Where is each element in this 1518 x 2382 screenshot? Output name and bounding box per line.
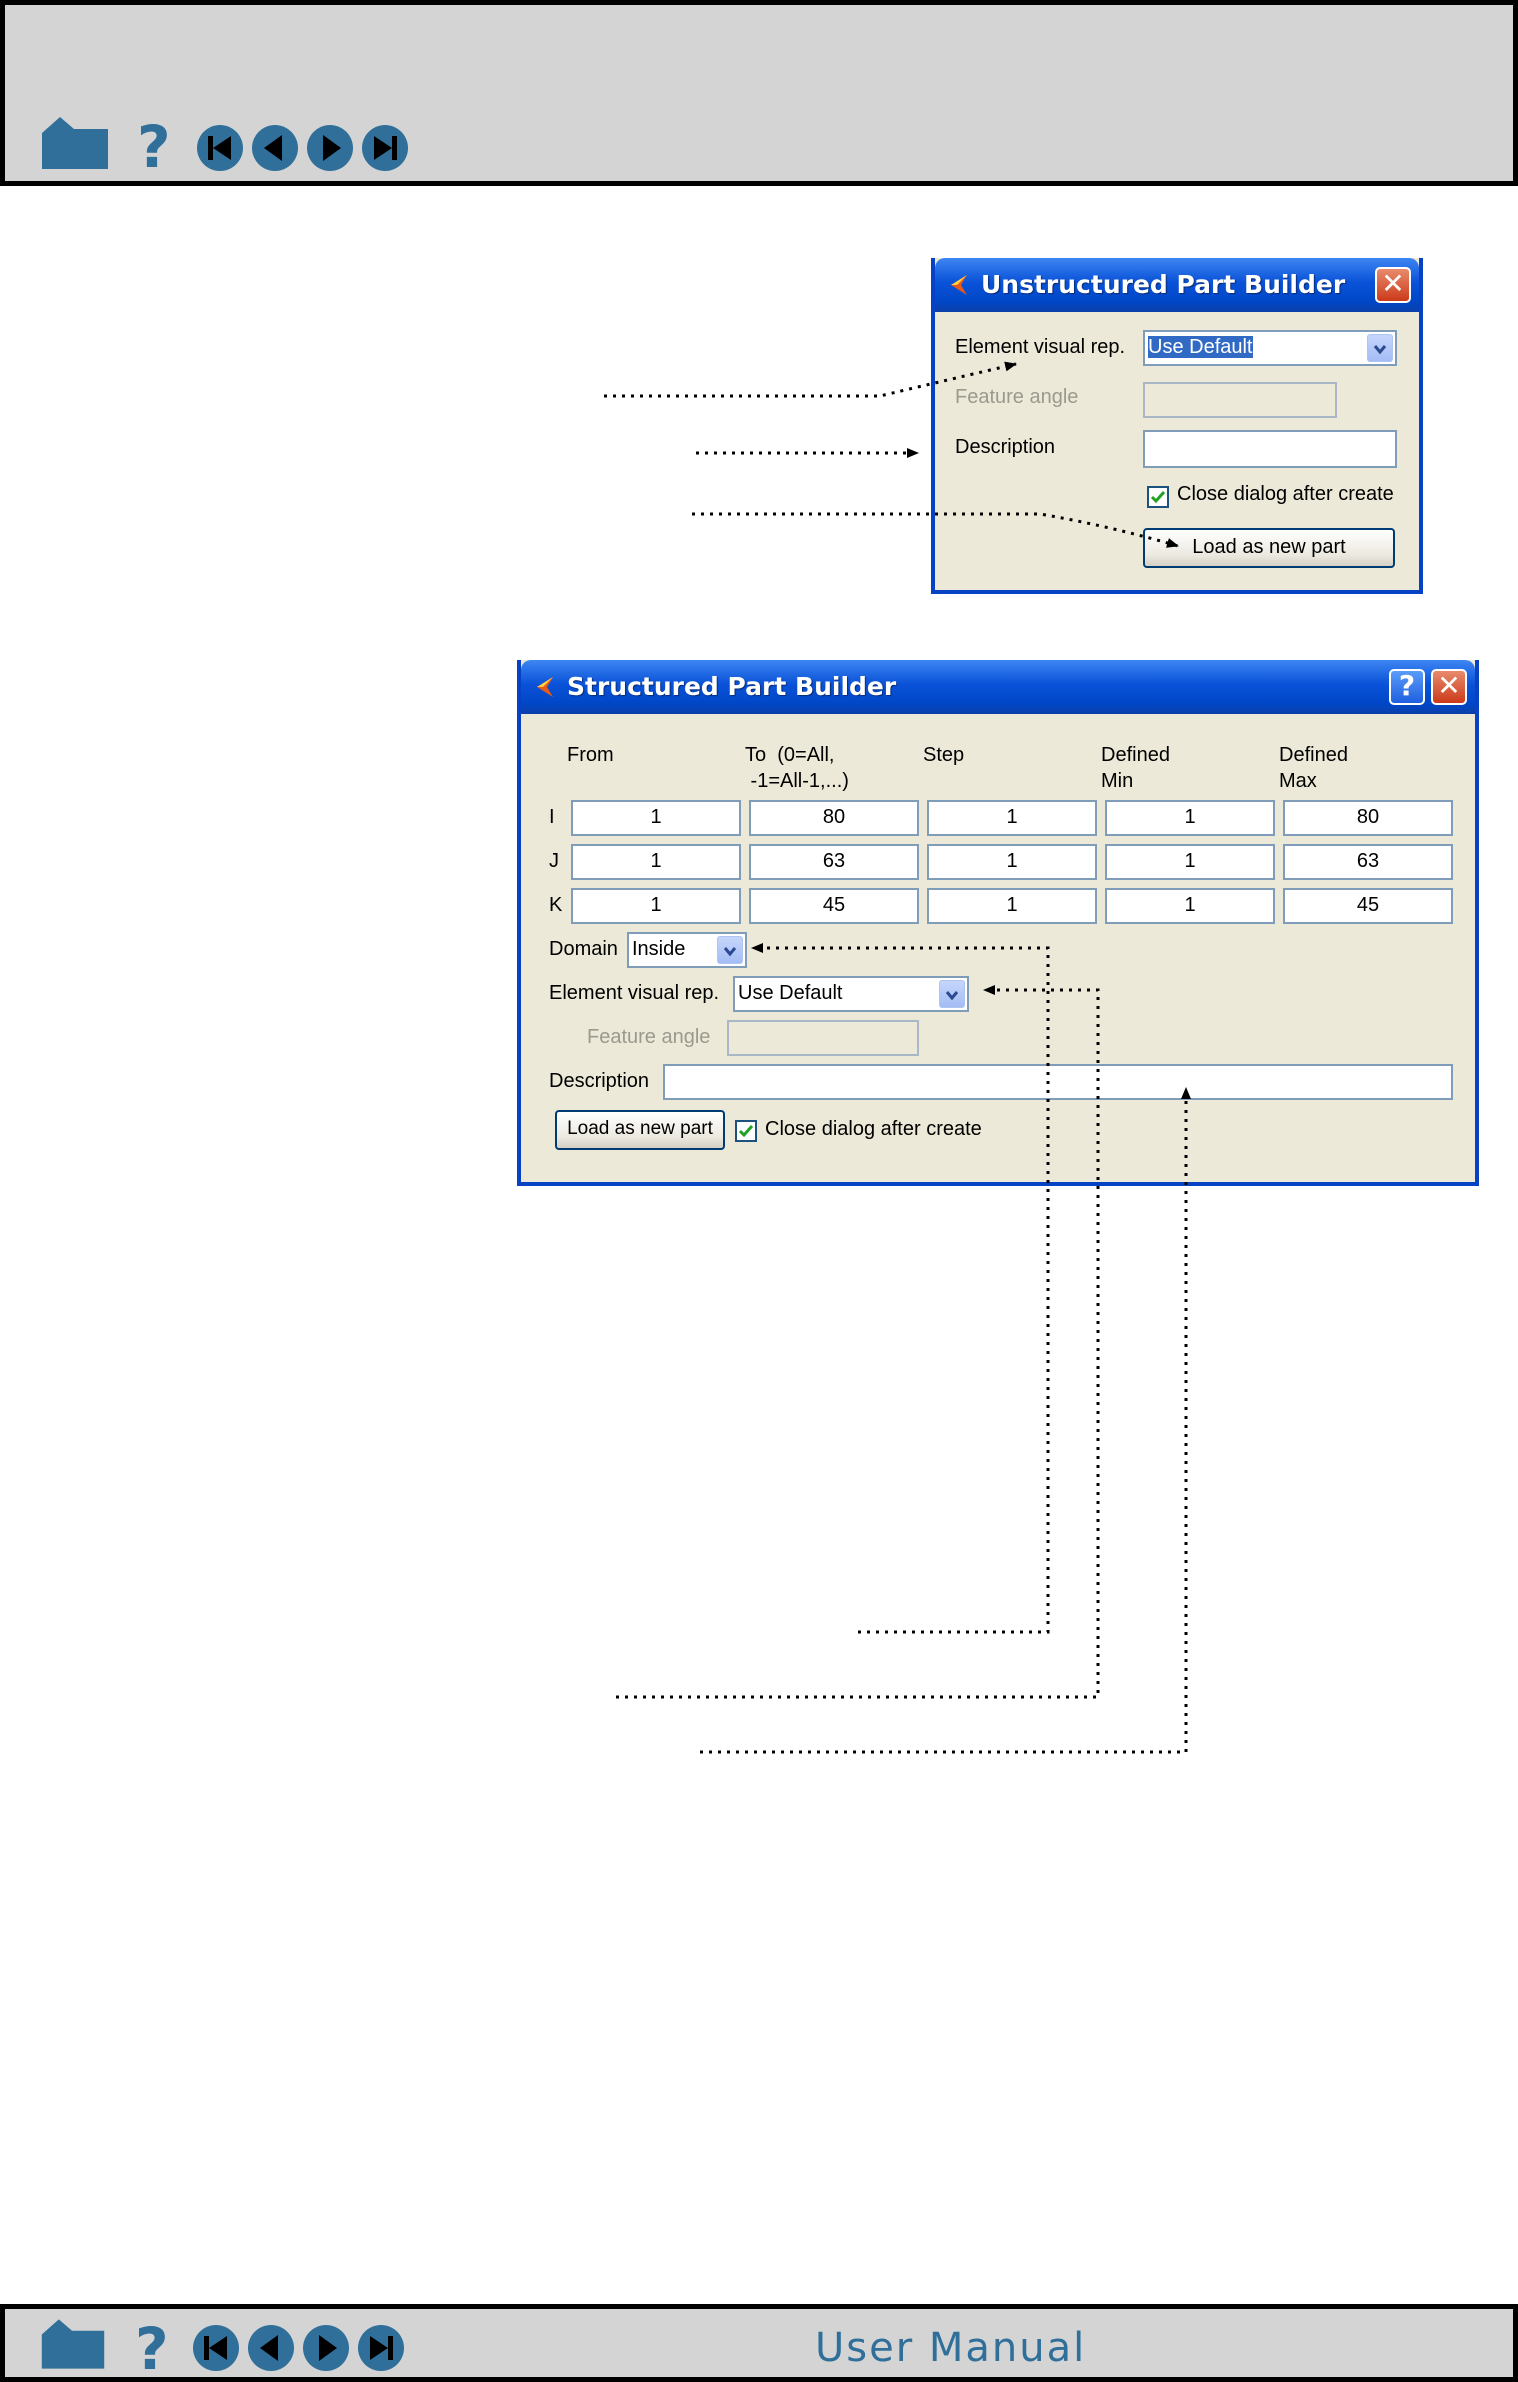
chevron-down-icon[interactable]: [717, 936, 743, 964]
description-field[interactable]: [663, 1064, 1453, 1100]
help-icon[interactable]: ?: [135, 113, 175, 175]
home-icon[interactable]: [38, 113, 112, 173]
ensight-logo-icon: [947, 272, 969, 298]
load-as-new-part-button[interactable]: Load as new part: [555, 1110, 725, 1150]
feature-angle-label: Feature angle: [587, 1026, 711, 1048]
domain-dropdown[interactable]: Inside: [627, 932, 747, 968]
description-field[interactable]: [1143, 430, 1397, 468]
k-from-field[interactable]: 1: [571, 888, 741, 924]
chevron-down-icon[interactable]: [939, 980, 965, 1008]
last-page-icon[interactable]: [356, 2323, 406, 2373]
k-step-field[interactable]: 1: [927, 888, 1097, 924]
k-to-field[interactable]: 45: [749, 888, 919, 924]
column-header-step: Step: [923, 744, 965, 766]
ensight-logo-icon: [533, 674, 555, 700]
domain-label: Domain: [549, 938, 618, 960]
i-to-field[interactable]: 80: [749, 800, 919, 836]
load-as-new-part-button[interactable]: Load as new part: [1143, 528, 1395, 568]
row-label-k: K: [549, 894, 563, 916]
column-header-to: To (0=All, -1=All-1,...): [745, 744, 849, 792]
j-step-field[interactable]: 1: [927, 844, 1097, 880]
element-visual-rep-value: Use Default: [1148, 336, 1253, 358]
next-page-icon[interactable]: [301, 2323, 351, 2373]
dialog-title-bar[interactable]: Unstructured Part Builder ✕: [935, 258, 1419, 312]
i-from-field[interactable]: 1: [571, 800, 741, 836]
home-icon[interactable]: [38, 2315, 108, 2373]
close-after-create-label: Close dialog after create: [765, 1118, 982, 1140]
help-icon[interactable]: ?: [1389, 669, 1425, 705]
k-defined-min-field[interactable]: 1: [1105, 888, 1275, 924]
close-after-create-label: Close dialog after create: [1177, 483, 1394, 505]
svg-text:?: ?: [135, 2315, 169, 2377]
unstructured-part-builder-dialog: Unstructured Part Builder ✕ Element visu…: [931, 258, 1423, 594]
column-header-defined-max: Defined Max: [1279, 744, 1348, 792]
element-visual-rep-label: Element visual rep.: [955, 336, 1126, 358]
dialog-title-bar[interactable]: Structured Part Builder ? ✕: [521, 660, 1475, 714]
j-defined-min-field[interactable]: 1: [1105, 844, 1275, 880]
close-after-create-checkbox[interactable]: [735, 1120, 757, 1142]
row-label-i: I: [549, 806, 555, 828]
previous-page-icon[interactable]: [250, 123, 300, 173]
description-label: Description: [955, 436, 1056, 458]
last-page-icon[interactable]: [360, 123, 410, 173]
close-icon[interactable]: ✕: [1431, 669, 1467, 705]
description-label: Description: [549, 1070, 650, 1092]
first-page-icon[interactable]: [195, 123, 245, 173]
j-defined-max-field[interactable]: 63: [1283, 844, 1453, 880]
chevron-down-icon[interactable]: [1367, 334, 1393, 362]
close-after-create-checkbox[interactable]: [1147, 486, 1169, 508]
help-icon[interactable]: ?: [133, 2315, 173, 2377]
close-icon[interactable]: ✕: [1375, 267, 1411, 303]
leader-structured-description: [700, 1087, 1191, 1754]
i-defined-max-field[interactable]: 80: [1283, 800, 1453, 836]
svg-text:?: ?: [137, 113, 171, 175]
j-to-field[interactable]: 63: [749, 844, 919, 880]
element-visual-rep-value: Use Default: [738, 982, 843, 1004]
previous-page-icon[interactable]: [246, 2323, 296, 2373]
i-defined-min-field[interactable]: 1: [1105, 800, 1275, 836]
column-header-from: From: [567, 744, 614, 766]
dialog-title: Structured Part Builder: [567, 672, 897, 701]
element-visual-rep-dropdown[interactable]: Use Default: [733, 976, 969, 1012]
row-label-j: J: [549, 850, 559, 872]
bottom-navigation-bar: ? User Manual: [0, 2304, 1518, 2382]
element-visual-rep-label: Element visual rep.: [549, 982, 720, 1004]
next-page-icon[interactable]: [305, 123, 355, 173]
element-visual-rep-dropdown[interactable]: Use Default: [1143, 330, 1397, 366]
column-header-defined-min: Defined Min: [1101, 744, 1170, 792]
feature-angle-field: [727, 1020, 919, 1056]
structured-part-builder-dialog: Structured Part Builder ? ✕ From To (0=A…: [517, 660, 1479, 1186]
first-page-icon[interactable]: [191, 2323, 241, 2373]
dialog-title: Unstructured Part Builder: [981, 270, 1346, 299]
feature-angle-field: [1143, 382, 1337, 418]
domain-value: Inside: [632, 938, 686, 960]
footer-title: User Manual: [815, 2325, 1087, 2371]
feature-angle-label: Feature angle: [955, 386, 1079, 408]
i-step-field[interactable]: 1: [927, 800, 1097, 836]
k-defined-max-field[interactable]: 45: [1283, 888, 1453, 924]
top-navigation-bar: ?: [0, 0, 1518, 186]
j-from-field[interactable]: 1: [571, 844, 741, 880]
